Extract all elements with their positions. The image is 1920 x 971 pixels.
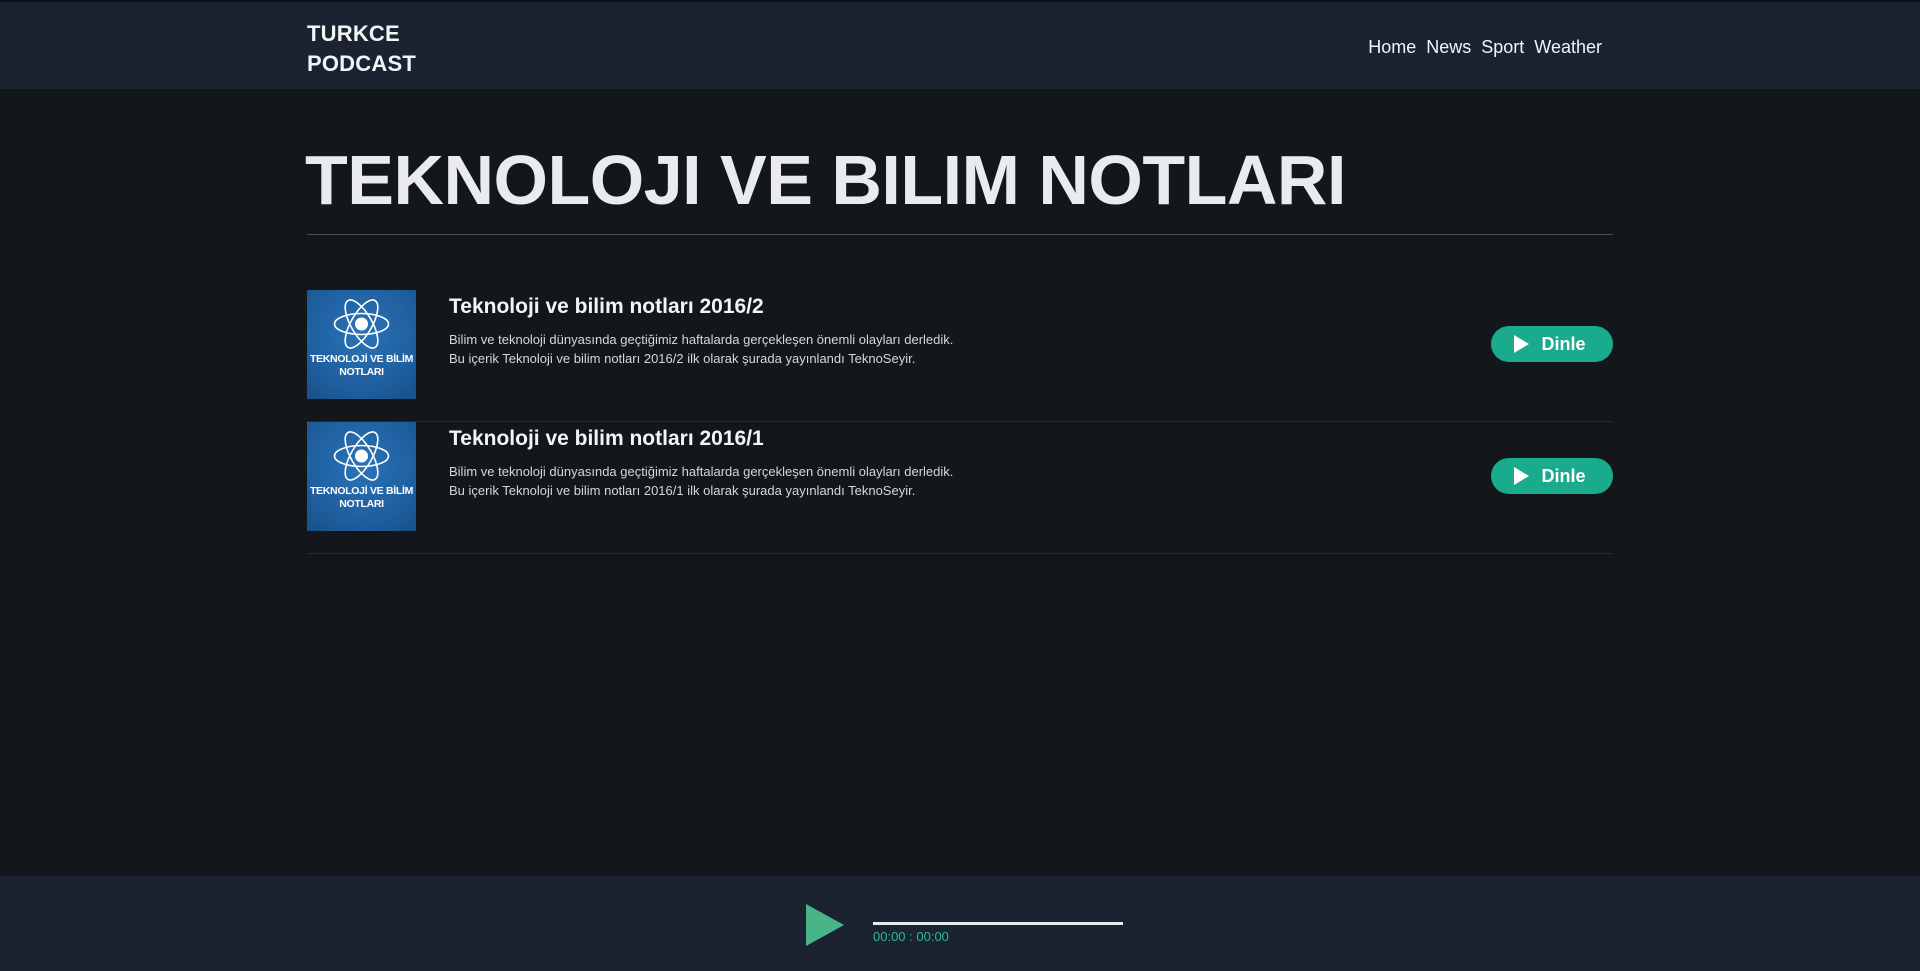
episode-description: Bilim ve teknoloji dünyasında geçtiğimiz… xyxy=(449,330,953,368)
episode-description-line-2: Bu içerik Teknoloji ve bilim notları 201… xyxy=(449,351,916,366)
nav-home[interactable]: Home xyxy=(1368,35,1416,59)
nav-sport[interactable]: Sport xyxy=(1481,35,1524,59)
episode-item: TEKNOLOJİ VE BİLİM NOTLARI Teknoloji ve … xyxy=(307,290,1613,422)
player-play-icon[interactable] xyxy=(806,904,844,946)
main-nav: Home News Sport Weather xyxy=(1368,35,1602,59)
episode-description: Bilim ve teknoloji dünyasında geçtiğimiz… xyxy=(449,462,953,500)
play-icon xyxy=(1514,467,1530,485)
atom-icon xyxy=(333,299,390,349)
episode-item: TEKNOLOJİ VE BİLİM NOTLARI Teknoloji ve … xyxy=(307,422,1613,554)
episode-title[interactable]: Teknoloji ve bilim notları 2016/1 xyxy=(449,426,764,452)
thumbnail-caption-line-2: NOTLARI xyxy=(339,366,384,378)
play-icon xyxy=(1514,335,1530,353)
thumbnail-caption: TEKNOLOJİ VE BİLİM NOTLARI xyxy=(307,353,416,379)
time-readout: 00:00 : 00:00 xyxy=(873,929,949,944)
page-title: TEKNOLOJI VE BILIM NOTLARI xyxy=(305,141,1346,219)
episode-description-line-1: Bilim ve teknoloji dünyasında geçtiğimiz… xyxy=(449,332,954,347)
episode-description-line-1: Bilim ve teknoloji dünyasında geçtiğimiz… xyxy=(449,464,954,479)
atom-icon xyxy=(333,431,390,481)
episode-thumbnail: TEKNOLOJİ VE BİLİM NOTLARI xyxy=(307,290,416,399)
progress-bar[interactable] xyxy=(873,922,1123,925)
episode-thumbnail: TEKNOLOJİ VE BİLİM NOTLARI xyxy=(307,422,416,531)
episode-title[interactable]: Teknoloji ve bilim notları 2016/2 xyxy=(449,294,764,320)
episode-description-line-2: Bu içerik Teknoloji ve bilim notları 201… xyxy=(449,483,916,498)
nav-news[interactable]: News xyxy=(1426,35,1471,59)
thumbnail-caption: TEKNOLOJİ VE BİLİM NOTLARI xyxy=(307,485,416,511)
nav-weather[interactable]: Weather xyxy=(1534,35,1602,59)
brand-line-2: PODCAST xyxy=(307,51,416,76)
top-bar: TURKCE PODCAST Home News Sport Weather xyxy=(0,0,1920,89)
title-divider xyxy=(307,234,1613,235)
brand-line-1: TURKCE xyxy=(307,21,400,46)
thumbnail-caption-line-1: TEKNOLOJİ VE BİLİM xyxy=(309,353,414,365)
site-logo[interactable]: TURKCE PODCAST xyxy=(307,19,416,79)
listen-button[interactable]: Dinle xyxy=(1491,458,1613,494)
thumbnail-caption-line-2: NOTLARI xyxy=(339,498,384,510)
audio-player: 00:00 : 00:00 xyxy=(0,876,1920,971)
thumbnail-caption-line-1: TEKNOLOJİ VE BİLİM xyxy=(309,485,414,497)
listen-button-label: Dinle xyxy=(1541,333,1586,354)
listen-button[interactable]: Dinle xyxy=(1491,326,1613,362)
listen-button-label: Dinle xyxy=(1541,465,1586,486)
